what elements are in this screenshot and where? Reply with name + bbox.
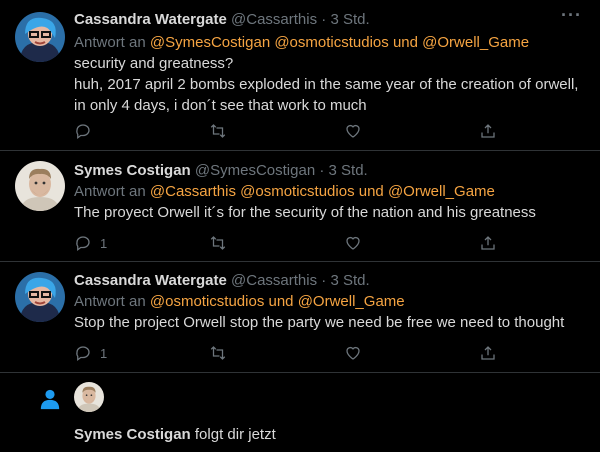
avatar[interactable] <box>15 12 65 62</box>
author-name[interactable]: Symes Costigan <box>74 162 191 179</box>
separator: · <box>321 272 327 289</box>
tweet-actions <box>74 121 504 141</box>
reply-and: und <box>268 293 294 310</box>
author-handle[interactable]: @SymesCostigan <box>195 162 315 179</box>
reply-prefix: Antwort an <box>74 34 146 51</box>
reply-icon <box>76 124 90 140</box>
reply-count: 1 <box>100 235 108 251</box>
tweet[interactable]: Symes Costigan @SymesCostigan · 3 Std. A… <box>0 151 600 262</box>
tweet-text: Stop the project Orwell stop the party w… <box>74 312 588 333</box>
avatar[interactable] <box>15 272 65 322</box>
person-icon <box>40 389 60 410</box>
follower-name[interactable]: Symes Costigan <box>74 426 191 443</box>
tweet-text-line: in only 4 days, i don´t see that work to… <box>74 97 367 114</box>
tweet-text: security and greatness? huh, 2017 april … <box>74 53 588 116</box>
like-button[interactable] <box>344 121 362 141</box>
tweet-content: Cassandra Watergate @Cassarthis · 3 Std.… <box>74 271 588 333</box>
retweet-button[interactable] <box>209 343 227 363</box>
retweet-icon <box>210 124 226 138</box>
share-icon <box>481 346 495 360</box>
retweet-icon <box>210 346 226 360</box>
heart-icon <box>346 124 360 138</box>
tweet-content: Symes Costigan @SymesCostigan · 3 Std. A… <box>74 161 588 223</box>
mention-link[interactable]: @osmoticstudios <box>150 293 264 310</box>
reply-button[interactable]: 1 <box>74 233 107 253</box>
tweet[interactable]: Cassandra Watergate @Cassarthis · 3 Std.… <box>0 0 600 151</box>
tweet-header: Cassandra Watergate @Cassarthis · 3 Std. <box>74 10 588 30</box>
tweet-header: Cassandra Watergate @Cassarthis · 3 Std. <box>74 271 588 291</box>
reply-icon <box>76 236 90 252</box>
reply-prefix: Antwort an <box>74 183 146 200</box>
reply-button[interactable] <box>74 121 100 141</box>
avatar[interactable] <box>15 161 65 211</box>
tweet-text: The proyect Orwell it´s for the security… <box>74 202 588 223</box>
timestamp[interactable]: 3 Std. <box>330 11 369 28</box>
tweet-header: Symes Costigan @SymesCostigan · 3 Std. <box>74 161 588 181</box>
notification-feed: Cassandra Watergate @Cassarthis · 3 Std.… <box>0 0 600 452</box>
heart-icon <box>346 236 360 250</box>
separator: · <box>321 11 327 28</box>
retweet-button[interactable] <box>209 233 227 253</box>
reply-to-line: Antwort an @Cassarthis @osmoticstudios u… <box>74 182 588 202</box>
reply-and: und <box>392 34 418 51</box>
tweet-actions: 1 <box>74 343 504 363</box>
timestamp[interactable]: 3 Std. <box>330 272 369 289</box>
tweet-content: Cassandra Watergate @Cassarthis · 3 Std.… <box>74 10 588 116</box>
more-options-icon[interactable]: ··· <box>561 6 582 24</box>
tweet-text-line: Stop the project Orwell stop the party w… <box>74 314 565 331</box>
like-button[interactable] <box>344 233 362 253</box>
author-name[interactable]: Cassandra Watergate <box>74 11 227 28</box>
reply-to-line: Antwort an @SymesCostigan @osmoticstudio… <box>74 33 588 53</box>
separator: · <box>319 162 325 179</box>
retweet-button[interactable] <box>209 121 227 141</box>
mention-link[interactable]: @Orwell_Game <box>388 183 495 200</box>
share-button[interactable] <box>479 343 497 363</box>
reply-prefix: Antwort an <box>74 293 146 310</box>
author-name[interactable]: Cassandra Watergate <box>74 272 227 289</box>
tweet[interactable]: Cassandra Watergate @Cassarthis · 3 Std.… <box>0 262 600 373</box>
reply-count: 1 <box>100 345 108 361</box>
tweet-text-line: security and greatness? <box>74 55 234 72</box>
mention-link[interactable]: @SymesCostigan @osmoticstudios <box>150 34 389 51</box>
author-handle[interactable]: @Cassarthis <box>231 11 317 28</box>
share-icon <box>481 124 495 138</box>
timestamp[interactable]: 3 Std. <box>329 162 368 179</box>
reply-button[interactable]: 1 <box>74 343 107 363</box>
mention-link[interactable]: @Orwell_Game <box>422 34 529 51</box>
follow-message: folgt dir jetzt <box>194 426 276 443</box>
share-button[interactable] <box>479 121 497 141</box>
tweet-text-line: huh, 2017 april 2 bombs exploded in the … <box>74 76 579 93</box>
mention-link[interactable]: @Orwell_Game <box>298 293 405 310</box>
avatar[interactable] <box>74 382 104 412</box>
tweet-text-line: The proyect Orwell it´s for the security… <box>74 204 536 221</box>
reply-icon <box>76 346 90 362</box>
follow-text: Symes Costigan folgt dir jetzt <box>74 425 276 445</box>
retweet-icon <box>210 236 226 250</box>
like-button[interactable] <box>344 343 362 363</box>
author-handle[interactable]: @Cassarthis <box>231 272 317 289</box>
heart-icon <box>346 346 360 360</box>
reply-to-line: Antwort an @osmoticstudios und @Orwell_G… <box>74 292 588 312</box>
share-button[interactable] <box>479 233 497 253</box>
share-icon <box>481 236 495 250</box>
mention-link[interactable]: @Cassarthis @osmoticstudios <box>150 183 355 200</box>
tweet-actions: 1 <box>74 233 504 253</box>
reply-and: und <box>358 183 384 200</box>
